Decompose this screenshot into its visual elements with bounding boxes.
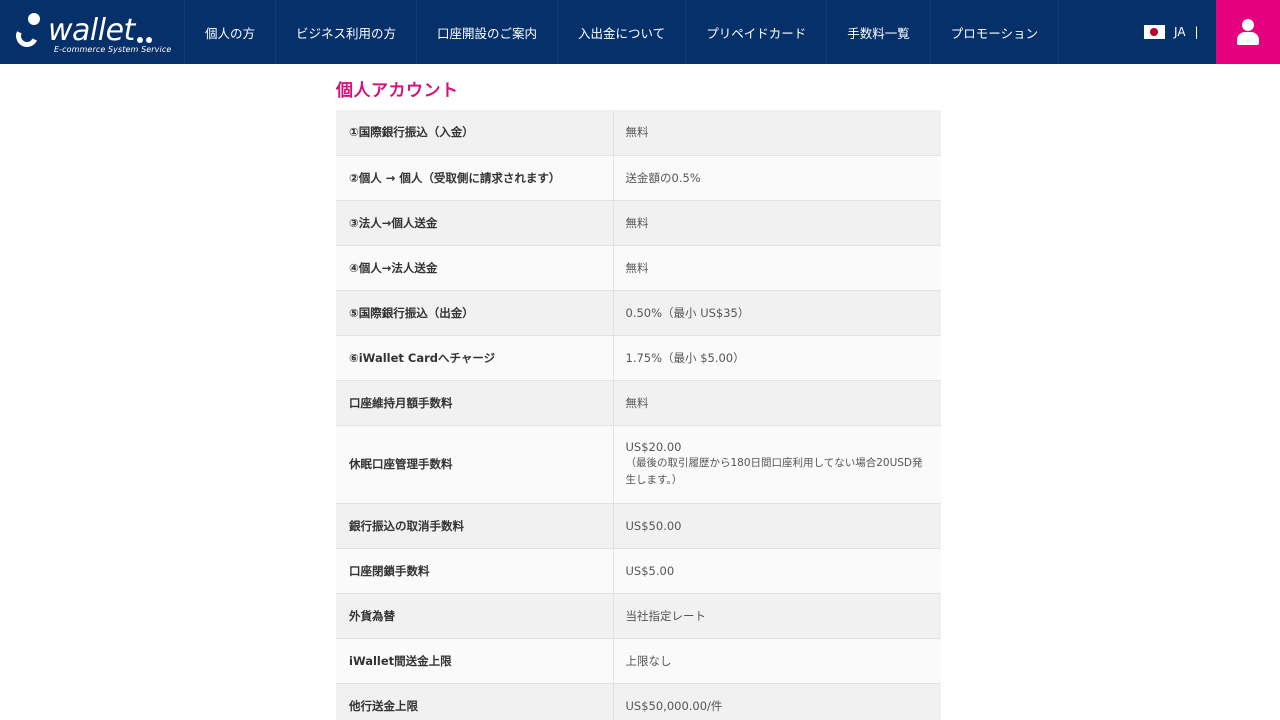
logo-word: wallet xyxy=(48,12,135,48)
fee-value: US$5.00 xyxy=(613,548,941,594)
main-nav: 個人の方 ビジネス利用の方 口座開設のご案内 入出金について プリペイドカード … xyxy=(184,0,1059,64)
fee-value: 1.75%（最小 $5.00） xyxy=(613,335,941,381)
fee-label: ③法人→個人送金 xyxy=(336,200,614,246)
fee-value: 無料 xyxy=(613,200,941,246)
logo-dots-icon xyxy=(136,36,152,43)
fee-label: 銀行振込の取消手数料 xyxy=(336,503,614,549)
fee-label: 外貨為替 xyxy=(336,593,614,639)
japan-flag-icon xyxy=(1144,25,1165,39)
logo-tagline: E-commerce System Service xyxy=(54,44,172,54)
nav-item-business[interactable]: ビジネス利用の方 xyxy=(276,0,418,64)
table-row: 休眠口座管理手数料 US$20.00 （最後の取引履歴から180日間口座利用して… xyxy=(336,425,941,504)
user-account-button[interactable] xyxy=(1216,0,1280,64)
nav-item-promotion[interactable]: プロモーション xyxy=(931,0,1059,64)
fee-label: iWallet間送金上限 xyxy=(336,638,614,684)
logo-i-icon xyxy=(12,12,44,50)
nav-item-prepaid-card[interactable]: プリペイドカード xyxy=(686,0,828,64)
fee-label: 他行送金上限 xyxy=(336,683,614,720)
table-row: ③法人→個人送金 無料 xyxy=(336,200,941,246)
logo-wordmark: wallet xyxy=(12,11,184,50)
site-header: wallet E-commerce System Service 個人の方 ビジ… xyxy=(0,0,1280,64)
table-row: ⑤国際銀行振込（出金） 0.50%（最小 US$35） xyxy=(336,290,941,336)
nav-item-fees[interactable]: 手数料一覧 xyxy=(827,0,931,64)
fee-value: 当社指定レート xyxy=(613,593,941,639)
table-row: 外貨為替 当社指定レート xyxy=(336,593,941,639)
fee-value: 0.50%（最小 US$35） xyxy=(613,290,941,336)
nav-item-deposit-withdrawal[interactable]: 入出金について xyxy=(558,0,687,64)
fee-label: ⑤国際銀行振込（出金） xyxy=(336,290,614,336)
fee-value: 無料 xyxy=(613,380,941,426)
table-row: ②個人 → 個人（受取側に請求されます） 送金額の0.5% xyxy=(336,155,941,201)
table-row: 口座維持月額手数料 無料 xyxy=(336,380,941,426)
user-icon xyxy=(1237,19,1259,45)
fee-label: 休眠口座管理手数料 xyxy=(336,425,614,504)
fee-value: 送金額の0.5% xyxy=(613,155,941,201)
nav-item-personal[interactable]: 個人の方 xyxy=(184,0,277,64)
table-row: 口座閉鎖手数料 US$5.00 xyxy=(336,548,941,594)
fee-value-cell: US$20.00 （最後の取引履歴から180日間口座利用してない場合20USD発… xyxy=(613,425,941,504)
language-separator: | xyxy=(1194,25,1199,39)
table-row: 銀行振込の取消手数料 US$50.00 xyxy=(336,503,941,549)
fee-label: 口座維持月額手数料 xyxy=(336,380,614,426)
iwallet-logo[interactable]: wallet E-commerce System Service xyxy=(0,0,184,64)
nav-item-account-opening[interactable]: 口座開設のご案内 xyxy=(417,0,559,64)
table-row: ①国際銀行振込（入金） 無料 xyxy=(336,110,941,156)
fee-value: 上限なし xyxy=(613,638,941,684)
language-code: JA xyxy=(1174,25,1186,39)
fee-label: ①国際銀行振込（入金） xyxy=(336,110,614,156)
fee-table: ①国際銀行振込（入金） 無料 ②個人 → 個人（受取側に請求されます） 送金額の… xyxy=(336,110,941,720)
table-row: iWallet間送金上限 上限なし xyxy=(336,638,941,684)
fee-label: ②個人 → 個人（受取側に請求されます） xyxy=(336,155,614,201)
fee-note: （最後の取引履歴から180日間口座利用してない場合20USD発生します。） xyxy=(625,457,923,486)
table-row: ⑥iWallet Cardへチャージ 1.75%（最小 $5.00） xyxy=(336,335,941,381)
table-row: ④個人→法人送金 無料 xyxy=(336,245,941,291)
fee-value: 無料 xyxy=(613,110,941,156)
section-title: 個人アカウント xyxy=(336,81,459,101)
fee-value: 無料 xyxy=(613,245,941,291)
fee-label: ④個人→法人送金 xyxy=(336,245,614,291)
fee-label: 口座閉鎖手数料 xyxy=(336,548,614,594)
fee-value: US$50.00 xyxy=(613,503,941,549)
language-selector[interactable]: JA | xyxy=(1144,0,1199,64)
table-row: 他行送金上限 US$50,000.00/件 xyxy=(336,683,941,720)
fee-value: US$20.00 xyxy=(625,440,682,454)
fee-value: US$50,000.00/件 xyxy=(613,683,941,720)
fee-label: ⑥iWallet Cardへチャージ xyxy=(336,335,614,381)
